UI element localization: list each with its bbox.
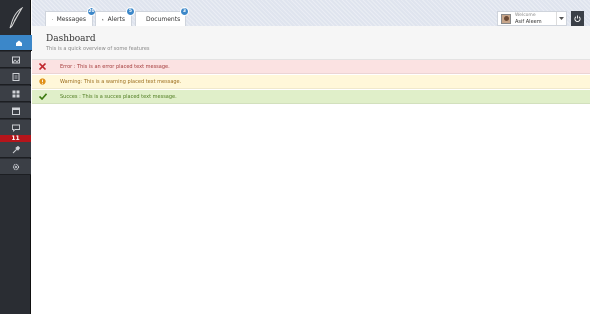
sidebar-item-widgets[interactable] — [0, 86, 31, 102]
image-icon — [11, 56, 20, 63]
sidebar-item-settings[interactable] — [0, 159, 31, 175]
sidebar: 11 — [0, 0, 45, 314]
alert-icon — [102, 18, 104, 20]
avatar — [501, 14, 511, 24]
page-subtitle: This is a quick overview of some feature… — [46, 46, 150, 52]
sidebar-item-tools[interactable] — [0, 142, 31, 158]
error-alert-text: Error : This is an error placed text mes… — [60, 63, 170, 70]
tab-alerts[interactable]: Alerts 5 — [95, 7, 135, 26]
sidebar-item-documents[interactable] — [0, 69, 31, 85]
sidebar-item-gallery[interactable] — [0, 52, 31, 68]
close-icon[interactable] — [38, 62, 47, 71]
error-alert: Error : This is an error placed text mes… — [32, 60, 590, 74]
success-alert: Succes : This is a succes placed text me… — [32, 90, 590, 104]
documents-count-badge: 3 — [180, 7, 189, 16]
document-icon — [12, 72, 19, 81]
sidebar-notification-badge: 11 — [0, 135, 31, 142]
tab-messages-label: Messages — [56, 15, 86, 23]
user-name: Asif Aleem — [515, 19, 542, 25]
tools-icon — [12, 145, 20, 153]
tab-documents-label: Documents — [146, 15, 181, 23]
page-header: Dashboard This is a quick overview of so… — [32, 26, 590, 60]
warning-alert-text: Warning: This is a warning placed text m… — [60, 78, 182, 85]
tab-alerts-label: Alerts — [107, 15, 125, 23]
user-menu[interactable]: Welcome Asif Aleem — [497, 11, 567, 26]
chevron-down-icon[interactable] — [556, 12, 566, 25]
welcome-label: Welcome — [515, 13, 536, 18]
calendar-icon — [11, 107, 20, 115]
gear-icon — [12, 163, 19, 170]
power-button[interactable] — [571, 11, 584, 26]
tab-documents[interactable]: Documents 3 — [135, 7, 189, 26]
home-icon — [16, 40, 22, 46]
alerts-count-badge: 5 — [126, 7, 135, 16]
power-icon — [574, 15, 581, 22]
chat-icon — [11, 124, 20, 132]
quill-logo-icon[interactable] — [0, 0, 31, 35]
sidebar-item-calendar[interactable] — [0, 103, 31, 119]
warning-icon — [38, 77, 47, 86]
page-title: Dashboard — [46, 34, 96, 44]
success-alert-text: Succes : This is a succes placed text me… — [60, 93, 177, 100]
checkmark-icon — [38, 92, 47, 101]
warning-alert: Warning: This is a warning placed text m… — [32, 75, 590, 89]
sidebar-item-messages[interactable] — [0, 120, 31, 136]
mail-icon — [52, 18, 53, 20]
tab-messages[interactable]: Messages 20 — [45, 7, 96, 26]
grid-icon — [12, 90, 19, 97]
